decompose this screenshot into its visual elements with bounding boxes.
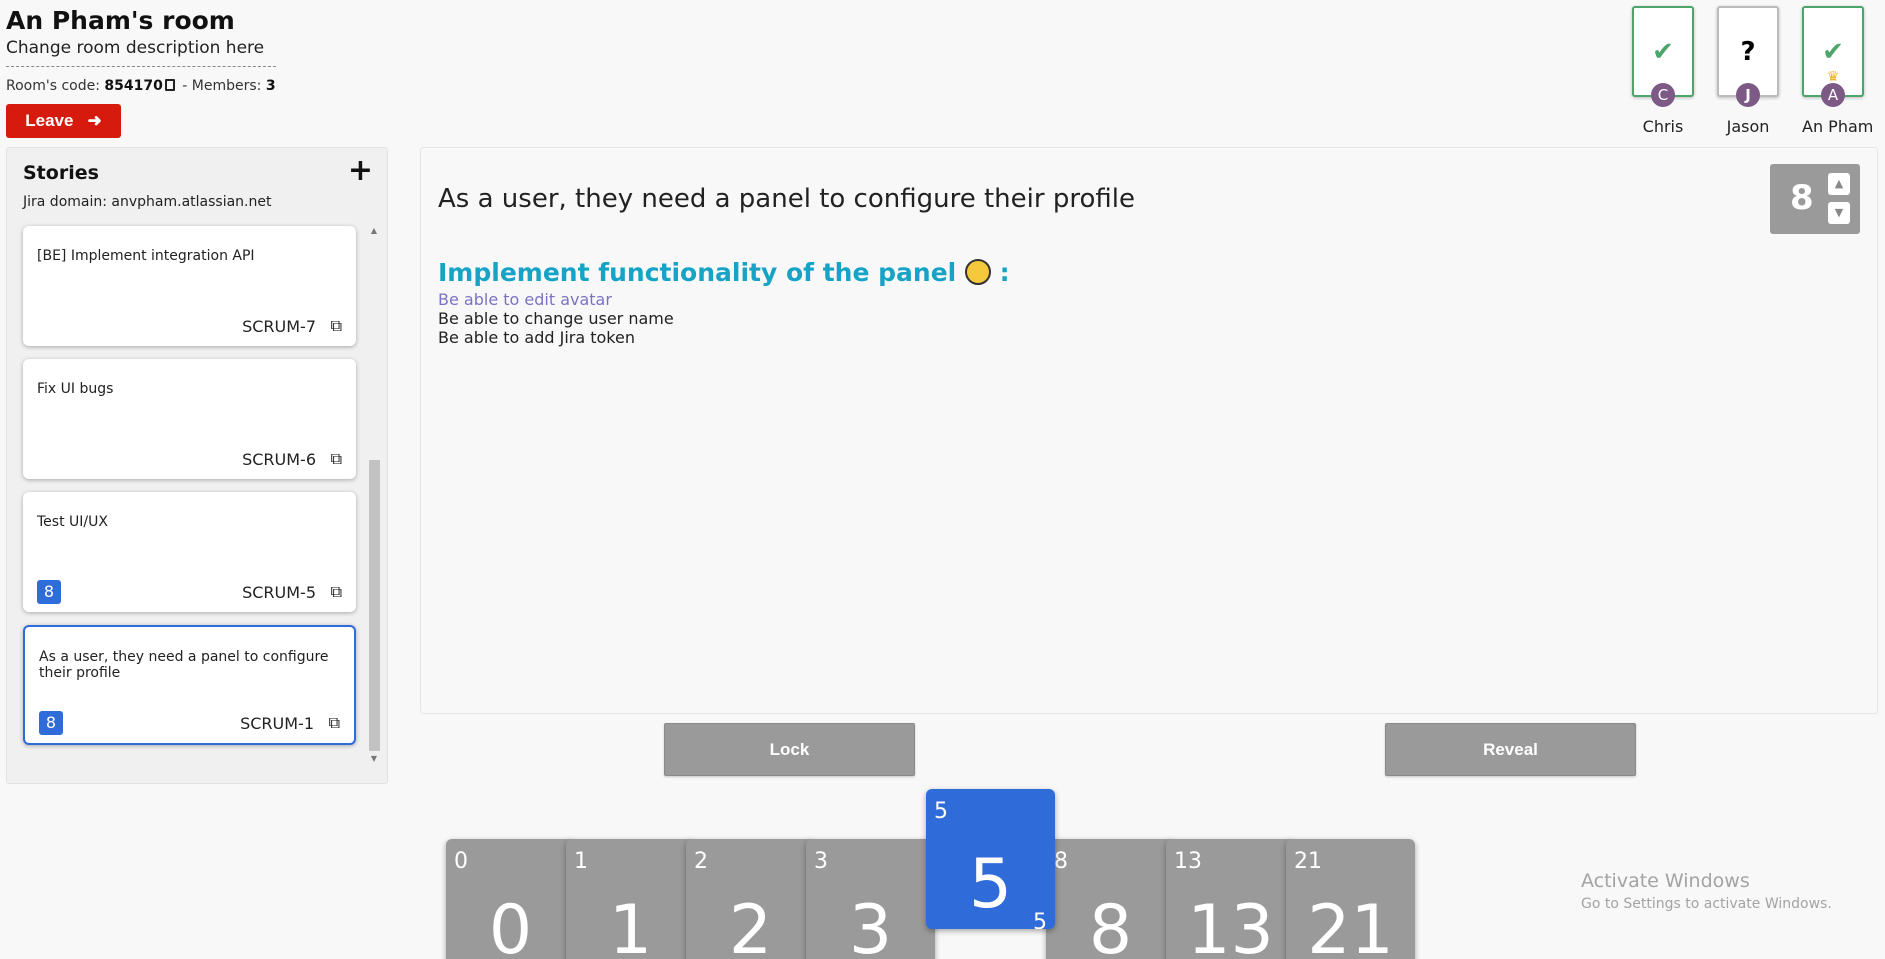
- estimate-stepper[interactable]: 8 ▲ ▼: [1770, 164, 1860, 234]
- scroll-up-icon[interactable]: ▲: [367, 226, 381, 238]
- vote-card[interactable]: 13 13: [1166, 839, 1295, 959]
- avatar: A: [1821, 83, 1845, 107]
- question-icon: ?: [1740, 36, 1756, 67]
- member-chris: ✔ C Chris: [1632, 6, 1694, 136]
- jira-icon[interactable]: ⧉: [331, 582, 342, 602]
- member-an-pham: ✔ ♛ A An Pham: [1802, 6, 1874, 136]
- story-key: SCRUM-6: [242, 450, 316, 469]
- leave-button[interactable]: Leave ➜: [6, 104, 121, 138]
- card-value-big: 2: [728, 891, 773, 959]
- story-key: SCRUM-7: [242, 317, 316, 336]
- card-value-big: 0: [488, 891, 533, 959]
- card-value-big: 1: [608, 891, 653, 959]
- card-value-small: 13: [1174, 849, 1202, 874]
- heading-suffix: :: [990, 258, 1010, 287]
- check-icon: ✔: [1652, 36, 1674, 67]
- card-value-small: 21: [1294, 849, 1322, 874]
- story-key: SCRUM-5: [242, 583, 316, 602]
- card-value-small: 3: [814, 849, 828, 874]
- jira-icon[interactable]: ⧉: [331, 449, 342, 469]
- story-points-badge: 8: [39, 711, 63, 735]
- card-value-corner: 5: [1033, 910, 1047, 929]
- story-scrollbar[interactable]: ▲ ▼: [367, 226, 381, 766]
- story-card[interactable]: Fix UI bugs SCRUM-6 ⧉: [23, 359, 356, 479]
- reveal-button[interactable]: Reveal: [1385, 723, 1636, 776]
- scroll-down-icon[interactable]: ▼: [367, 754, 381, 766]
- check-icon: ✔: [1822, 36, 1844, 67]
- vote-card[interactable]: 3 3: [806, 839, 935, 959]
- copy-icon[interactable]: [164, 79, 175, 91]
- story-detail-panel: As a user, they need a panel to configur…: [420, 147, 1878, 714]
- member-card: ✔ C: [1632, 6, 1694, 107]
- jira-domain: Jira domain: anvpham.atlassian.net: [23, 194, 272, 210]
- card-value-big: 8: [1088, 891, 1133, 959]
- vote-card[interactable]: 2 2: [686, 839, 815, 959]
- app-root: An Pham's room Change room description h…: [0, 0, 1885, 959]
- activate-windows-watermark: Activate Windows Go to Settings to activ…: [1581, 870, 1832, 912]
- avatar: C: [1651, 83, 1675, 107]
- vote-card[interactable]: 8 8: [1046, 839, 1175, 959]
- plus-icon[interactable]: +: [348, 156, 373, 186]
- card-value-small: 2: [694, 849, 708, 874]
- story-detail-title: As a user, they need a panel to configur…: [438, 184, 1135, 214]
- room-code: 854170: [104, 78, 163, 94]
- detail-line[interactable]: Be able to edit avatar: [438, 290, 612, 309]
- card-value-big: 3: [848, 891, 893, 959]
- jira-icon[interactable]: ⧉: [331, 316, 342, 336]
- card-value-small: 5: [934, 799, 948, 824]
- story-detail-heading: Implement functionality of the panel :: [438, 258, 1010, 287]
- story-card[interactable]: Test UI/UX 8 SCRUM-5 ⧉: [23, 492, 356, 612]
- story-title: Fix UI bugs: [37, 381, 114, 397]
- room-code-label: Room's code:: [6, 78, 105, 94]
- card-value-big: 13: [1187, 891, 1274, 959]
- story-title: [BE] Implement integration API: [37, 248, 255, 264]
- exit-icon: ➜: [87, 111, 102, 130]
- member-card: ? J: [1717, 6, 1779, 107]
- member-name: Jason: [1726, 117, 1770, 136]
- card-value-big: 21: [1307, 891, 1394, 959]
- scroll-thumb[interactable]: [369, 460, 380, 751]
- member-name: Chris: [1642, 117, 1684, 136]
- avatar: J: [1736, 83, 1760, 107]
- estimate-value: 8: [1790, 178, 1814, 218]
- story-title: Test UI/UX: [37, 514, 108, 530]
- vote-card[interactable]: 1 1: [566, 839, 695, 959]
- detail-line: Be able to change user name: [438, 309, 674, 328]
- caret-up-icon[interactable]: ▲: [1828, 173, 1850, 195]
- members-count: 3: [265, 78, 276, 94]
- lock-button[interactable]: Lock: [664, 723, 915, 776]
- story-card-selected[interactable]: As a user, they need a panel to configur…: [23, 625, 356, 745]
- room-title: An Pham's room: [6, 6, 235, 35]
- story-title: As a user, they need a panel to configur…: [39, 649, 329, 681]
- stories-title: Stories: [23, 162, 99, 184]
- card-value-small: 0: [454, 849, 468, 874]
- vote-card[interactable]: 0 0: [446, 839, 575, 959]
- card-value-small: 1: [574, 849, 588, 874]
- watermark-line2: Go to Settings to activate Windows.: [1581, 896, 1832, 912]
- member-card: ✔ ♛ A: [1802, 6, 1864, 107]
- leave-label: Leave: [25, 111, 74, 130]
- jira-icon[interactable]: ⧉: [329, 713, 340, 733]
- room-meta: Room's code: 854170 - Members: 3: [6, 78, 276, 94]
- story-key: SCRUM-1: [240, 714, 314, 733]
- grimace-emoji-icon: [964, 259, 991, 285]
- story-points-badge: 8: [37, 580, 61, 604]
- room-description[interactable]: Change room description here: [6, 38, 276, 67]
- members-label: - Members:: [177, 78, 266, 94]
- vote-card[interactable]: 21 21: [1286, 839, 1415, 959]
- vote-card-selected[interactable]: 5 5 5: [926, 789, 1055, 929]
- member-name: An Pham: [1802, 117, 1874, 136]
- detail-line: Be able to add Jira token: [438, 328, 635, 347]
- watermark-line1: Activate Windows: [1581, 870, 1750, 892]
- heading-text: Implement functionality of the panel: [438, 258, 957, 287]
- stories-panel: Stories + Jira domain: anvpham.atlassian…: [6, 147, 388, 784]
- story-card[interactable]: [BE] Implement integration API SCRUM-7 ⧉: [23, 226, 356, 346]
- member-jason: ? J Jason: [1717, 6, 1779, 136]
- caret-down-icon[interactable]: ▼: [1828, 202, 1850, 224]
- card-value-small: 8: [1054, 849, 1068, 874]
